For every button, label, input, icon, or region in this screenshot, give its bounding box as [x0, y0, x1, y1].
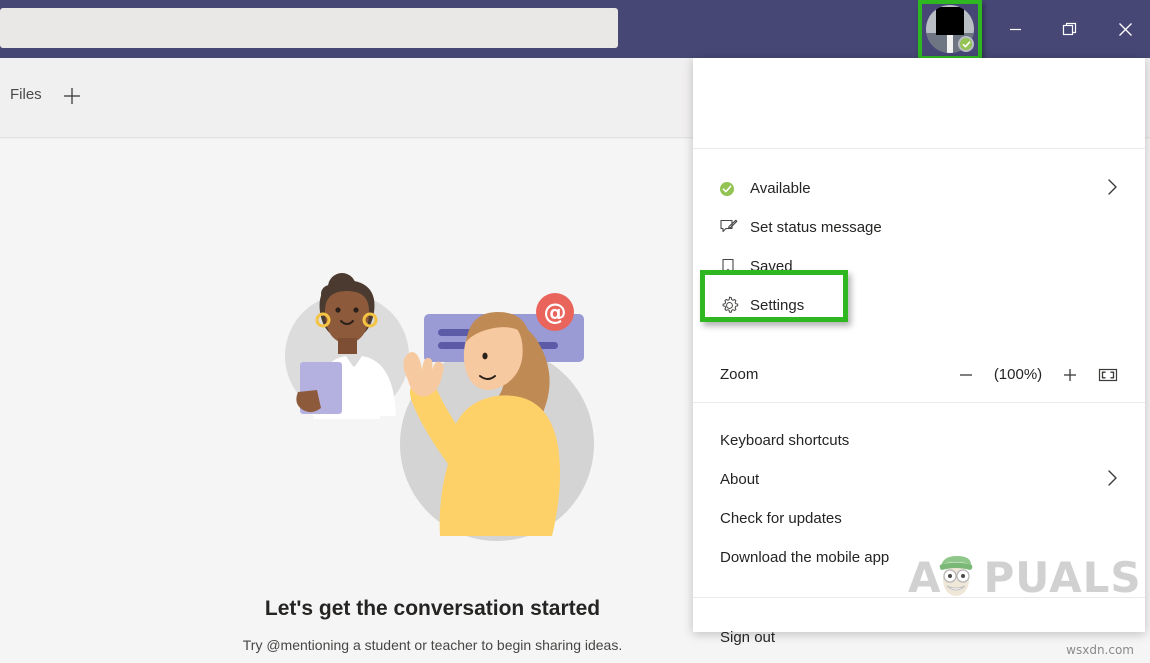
tab-files[interactable]: Files	[10, 86, 42, 103]
presence-badge-icon	[958, 36, 974, 52]
search-input[interactable]	[0, 8, 618, 48]
menu-item-label: Saved	[750, 258, 1145, 275]
empty-state-illustration: @	[252, 264, 632, 549]
menu-item-label: Settings	[750, 297, 1145, 314]
profile-dropdown-menu: Available Set status message	[693, 58, 1145, 632]
menu-item-settings[interactable]: Settings	[693, 286, 1145, 325]
zoom-in-button[interactable]	[1053, 358, 1087, 392]
site-watermark: wsxdn.com	[1066, 643, 1134, 657]
menu-user-header	[693, 58, 1145, 148]
menu-item-keyboard-shortcuts[interactable]: Keyboard shortcuts	[693, 421, 1145, 460]
menu-spacer	[693, 403, 1145, 421]
zoom-value: (100%)	[987, 366, 1049, 383]
avatar-redaction	[936, 7, 964, 35]
menu-item-about[interactable]: About	[693, 460, 1145, 499]
bookmark-icon	[720, 257, 750, 277]
chevron-right-icon	[1106, 468, 1119, 492]
menu-spacer	[693, 325, 1145, 347]
search-box[interactable]	[0, 8, 618, 48]
zoom-controls: (100%)	[949, 358, 1125, 392]
zoom-out-button[interactable]	[949, 358, 983, 392]
menu-item-label: Check for updates	[720, 510, 1145, 527]
maximize-button[interactable]	[1047, 0, 1093, 58]
svg-text:@: @	[544, 300, 567, 326]
menu-item-available[interactable]: Available	[693, 169, 1145, 208]
fullscreen-icon[interactable]	[1091, 358, 1125, 392]
menu-item-label: About	[720, 471, 1145, 488]
close-button[interactable]	[1102, 0, 1148, 58]
menu-item-label: Available	[750, 180, 1145, 197]
menu-item-set-status-message[interactable]: Set status message	[693, 208, 1145, 247]
menu-spacer	[693, 577, 1145, 597]
menu-item-check-for-updates[interactable]: Check for updates	[693, 499, 1145, 538]
menu-spacer	[693, 149, 1145, 169]
menu-item-download-mobile-app[interactable]: Download the mobile app	[693, 538, 1145, 577]
menu-item-label: Keyboard shortcuts	[720, 432, 1145, 449]
add-tab-icon[interactable]	[58, 82, 86, 110]
menu-item-label: Download the mobile app	[720, 549, 1145, 566]
minimize-button[interactable]	[992, 0, 1038, 58]
status-message-icon	[720, 218, 750, 238]
menu-spacer	[693, 598, 1145, 618]
zoom-row: Zoom (100%)	[693, 347, 1145, 402]
presence-available-icon	[720, 179, 750, 199]
avatar-tie	[947, 35, 953, 53]
gear-icon	[720, 296, 750, 316]
menu-item-label: Set status message	[750, 219, 1145, 236]
menu-item-saved[interactable]: Saved	[693, 247, 1145, 286]
app-window: Files @	[0, 0, 1150, 663]
chevron-right-icon	[1106, 177, 1119, 201]
title-bar	[0, 0, 1150, 58]
zoom-label: Zoom	[720, 366, 758, 383]
